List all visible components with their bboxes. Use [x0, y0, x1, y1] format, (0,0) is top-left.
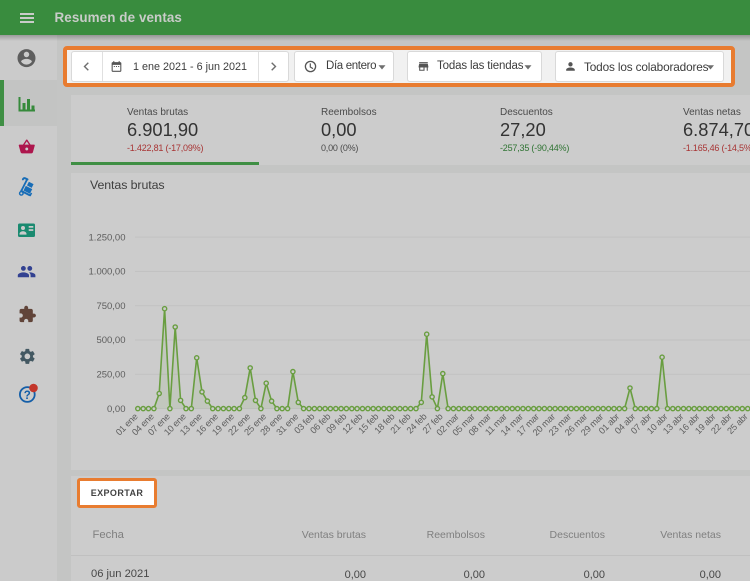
svg-text:750,00: 750,00 — [96, 301, 125, 312]
svg-text:0,00: 0,00 — [107, 404, 126, 415]
svg-text:1.000,00: 1.000,00 — [89, 267, 126, 278]
svg-text:?: ? — [24, 390, 31, 402]
svg-text:500,00: 500,00 — [96, 335, 125, 346]
svg-text:250,00: 250,00 — [96, 370, 125, 381]
svg-text:1.250,00: 1.250,00 — [89, 232, 126, 243]
